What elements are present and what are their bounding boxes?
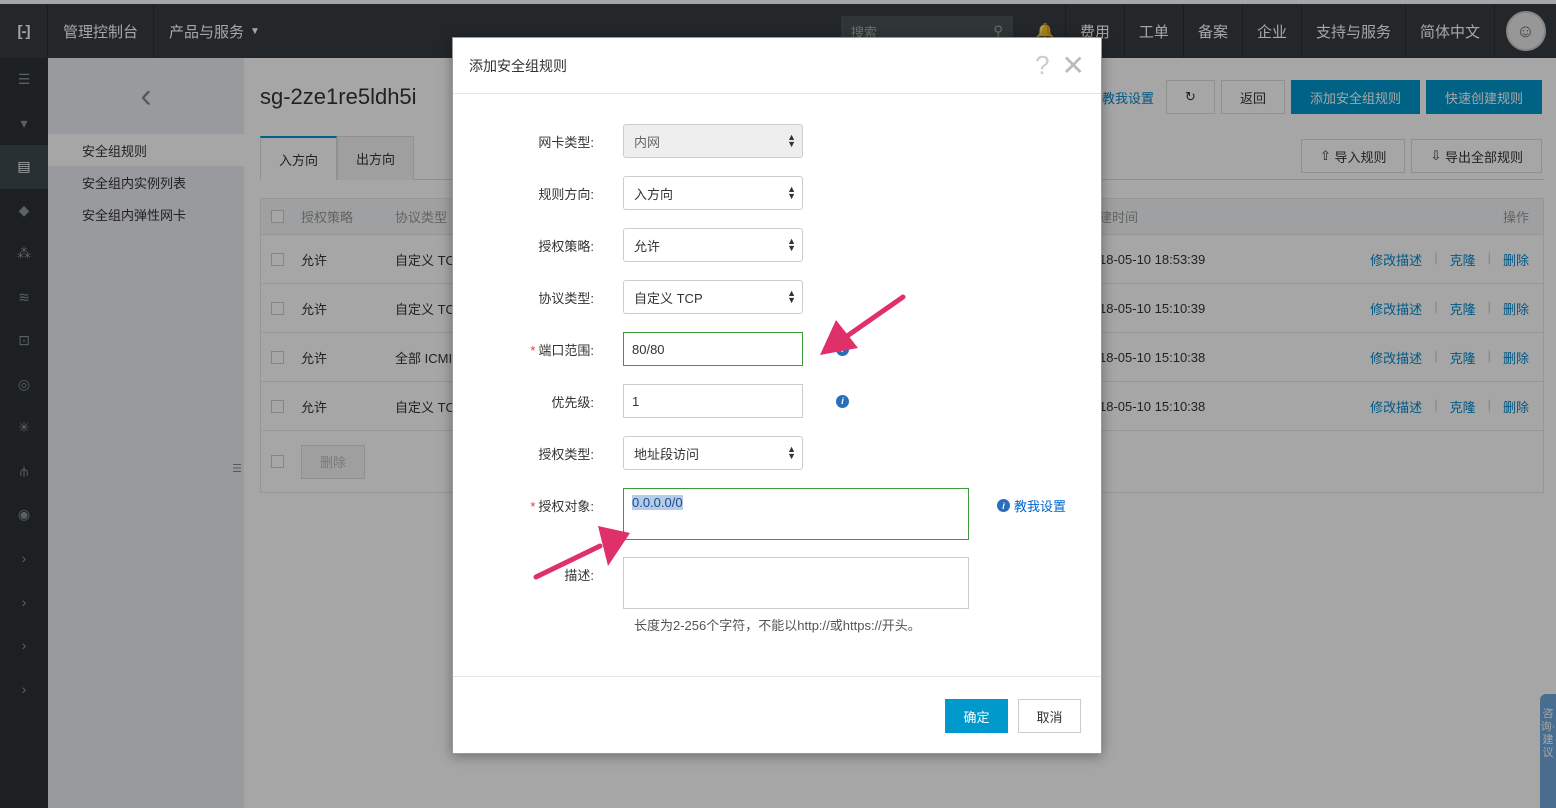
field-label: * 授权对象:: [453, 488, 623, 515]
field-auth-object: * 授权对象: 0.0.0.0/0 i 教我设置: [453, 488, 1066, 540]
info-icon[interactable]: i: [836, 394, 849, 408]
policy-select[interactable]: 允许 ▲ ▼: [623, 228, 803, 262]
required-mark: *: [530, 499, 536, 514]
dialog-title: 添加安全组规则: [469, 57, 567, 74]
info-icon[interactable]: i: [836, 342, 849, 356]
updown-icon: ▲ ▼: [787, 132, 796, 149]
field-label-text: 端口范围:: [538, 342, 594, 358]
field-label-text: 授权对象:: [538, 499, 594, 514]
select-value: 允许: [634, 238, 661, 254]
select-value: 入方向: [634, 186, 674, 202]
field-label: 授权策略:: [538, 238, 594, 254]
port-range-input[interactable]: 80/80: [623, 332, 803, 366]
updown-icon: ▲ ▼: [787, 288, 796, 305]
field-protocol: 协议类型: 自定义 TCP ▲ ▼: [453, 280, 803, 314]
textarea-value: 0.0.0.0/0: [632, 495, 683, 510]
field-direction: 规则方向: 入方向 ▲ ▼: [453, 176, 803, 210]
field-description: 描述:: [453, 557, 969, 609]
field-label: * 端口范围:: [453, 340, 623, 359]
dialog-header: 添加安全组规则 ? ✕: [453, 38, 1101, 94]
input-value: 1: [632, 393, 640, 409]
updown-icon: ▲ ▼: [787, 184, 796, 201]
protocol-select[interactable]: 自定义 TCP ▲ ▼: [623, 280, 803, 314]
add-rule-dialog: 添加安全组规则 ? ✕ 网卡类型: 内网 ▲ ▼ 规则方向: 入方向 ▲ ▼ 授权策略:…: [452, 37, 1102, 754]
dialog-footer: 确定 取消: [453, 676, 1101, 754]
confirm-label: 确定: [963, 709, 990, 725]
description-hint: 长度为2-256个字符，不能以http://或https://开头。: [634, 618, 921, 633]
info-icon: i: [997, 499, 1010, 512]
field-auth-type: 授权类型: 地址段访问 ▲ ▼: [453, 436, 803, 470]
select-value: 自定义 TCP: [634, 290, 703, 306]
auth-object-textarea[interactable]: 0.0.0.0/0: [623, 488, 969, 540]
updown-icon: ▲ ▼: [787, 444, 796, 461]
select-value: 地址段访问: [634, 446, 700, 462]
field-priority: 优先级: 1 i: [453, 384, 849, 418]
nic-type-select: 内网 ▲ ▼: [623, 124, 803, 158]
auth-type-select[interactable]: 地址段访问 ▲ ▼: [623, 436, 803, 470]
required-mark: *: [530, 342, 536, 358]
field-label: 规则方向:: [538, 186, 594, 202]
help-icon[interactable]: ?: [1035, 50, 1049, 81]
field-port-range: * 端口范围: 80/80 i: [453, 332, 849, 366]
direction-select[interactable]: 入方向 ▲ ▼: [623, 176, 803, 210]
input-value: 80/80: [632, 341, 665, 357]
field-nic-type: 网卡类型: 内网 ▲ ▼: [453, 124, 803, 158]
field-label: 网卡类型:: [538, 134, 594, 150]
description-textarea[interactable]: [623, 557, 969, 609]
priority-input[interactable]: 1: [623, 384, 803, 418]
field-label: 协议类型:: [538, 290, 594, 306]
confirm-button[interactable]: 确定: [945, 699, 1008, 733]
field-label: 授权类型:: [538, 446, 594, 462]
field-policy: 授权策略: 允许 ▲ ▼: [453, 228, 803, 262]
field-label: 优先级:: [551, 394, 594, 410]
teach-label: 教我设置: [1014, 499, 1067, 514]
updown-icon: ▲ ▼: [787, 236, 796, 253]
teach-setting-link[interactable]: i 教我设置: [997, 488, 1066, 515]
cancel-label: 取消: [1036, 709, 1063, 725]
cancel-button[interactable]: 取消: [1018, 699, 1081, 733]
close-icon[interactable]: ✕: [1062, 49, 1085, 82]
field-label: 描述:: [564, 568, 594, 583]
select-value: 内网: [634, 134, 661, 150]
